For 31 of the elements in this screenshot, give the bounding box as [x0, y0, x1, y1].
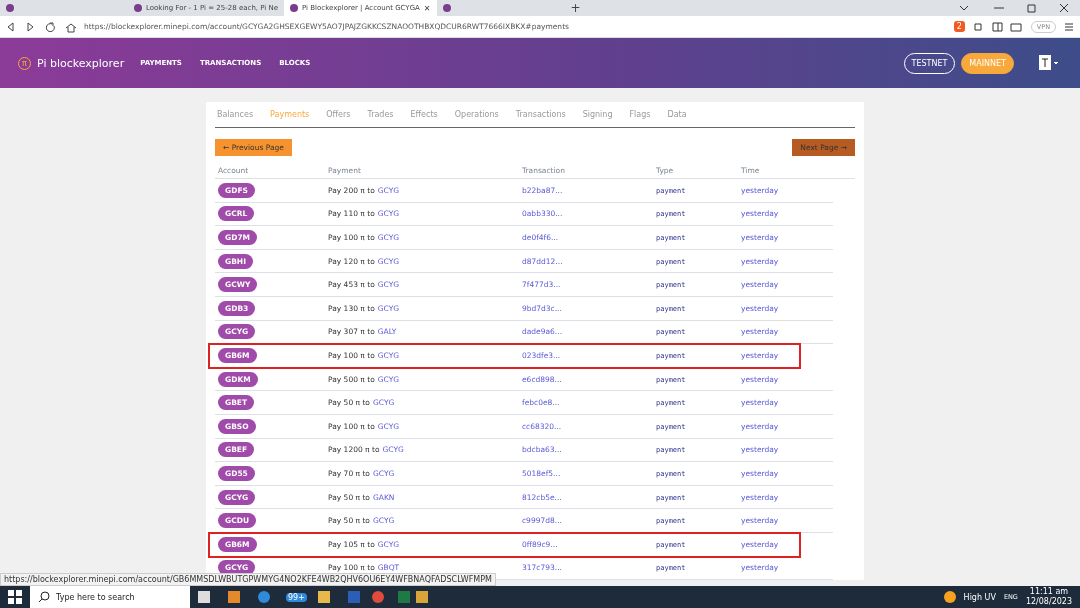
site-icon — [6, 4, 14, 12]
notification-badge: 99+ — [286, 592, 307, 602]
account-tab[interactable]: Flags — [629, 110, 651, 119]
account-tab[interactable]: Data — [667, 110, 687, 119]
site-icon — [290, 4, 299, 12]
weather-text[interactable]: High UV — [963, 592, 996, 602]
search-icon — [38, 591, 50, 603]
shield-icon[interactable]: 2 — [953, 21, 965, 32]
windows-start-icon[interactable] — [8, 590, 22, 604]
translate-icon[interactable] — [1038, 54, 1060, 72]
close-icon[interactable]: ✕ — [423, 3, 431, 13]
clock-date[interactable]: 12/08/2023 — [1025, 597, 1072, 607]
account-tab[interactable]: Signing — [582, 110, 613, 119]
account-tab[interactable]: Effects — [410, 110, 438, 119]
account-tab[interactable]: Operations — [454, 110, 499, 119]
account-tab[interactable]: Offers — [326, 110, 351, 119]
navigation-icon[interactable] — [6, 20, 76, 33]
site-logo[interactable]: Pi blockexplorer — [37, 56, 125, 70]
account-tab[interactable]: Transactions — [515, 110, 566, 119]
status-url: https://blockexplorer.minepi.com/account/GB6MMSDLWBUTGPWMYG4NO2KFE4WB2QHV6OU6EY4WFBNAQFADSCLWFMPM — [0, 573, 496, 586]
weather-icon[interactable] — [943, 591, 956, 603]
site-icon — [442, 4, 451, 12]
account-tab[interactable]: Trades — [367, 110, 394, 119]
new-tab-button[interactable]: + — [564, 1, 587, 15]
menu-icon[interactable] — [1064, 21, 1074, 32]
clock-time[interactable]: 11:11 am — [1029, 587, 1069, 597]
extensions-icon[interactable] — [972, 20, 1023, 33]
account-tab[interactable]: Balances — [217, 110, 254, 119]
taskbar-apps-icon[interactable] — [198, 589, 428, 605]
search-field[interactable]: Type here to search — [30, 586, 190, 608]
site-icon — [134, 4, 142, 12]
